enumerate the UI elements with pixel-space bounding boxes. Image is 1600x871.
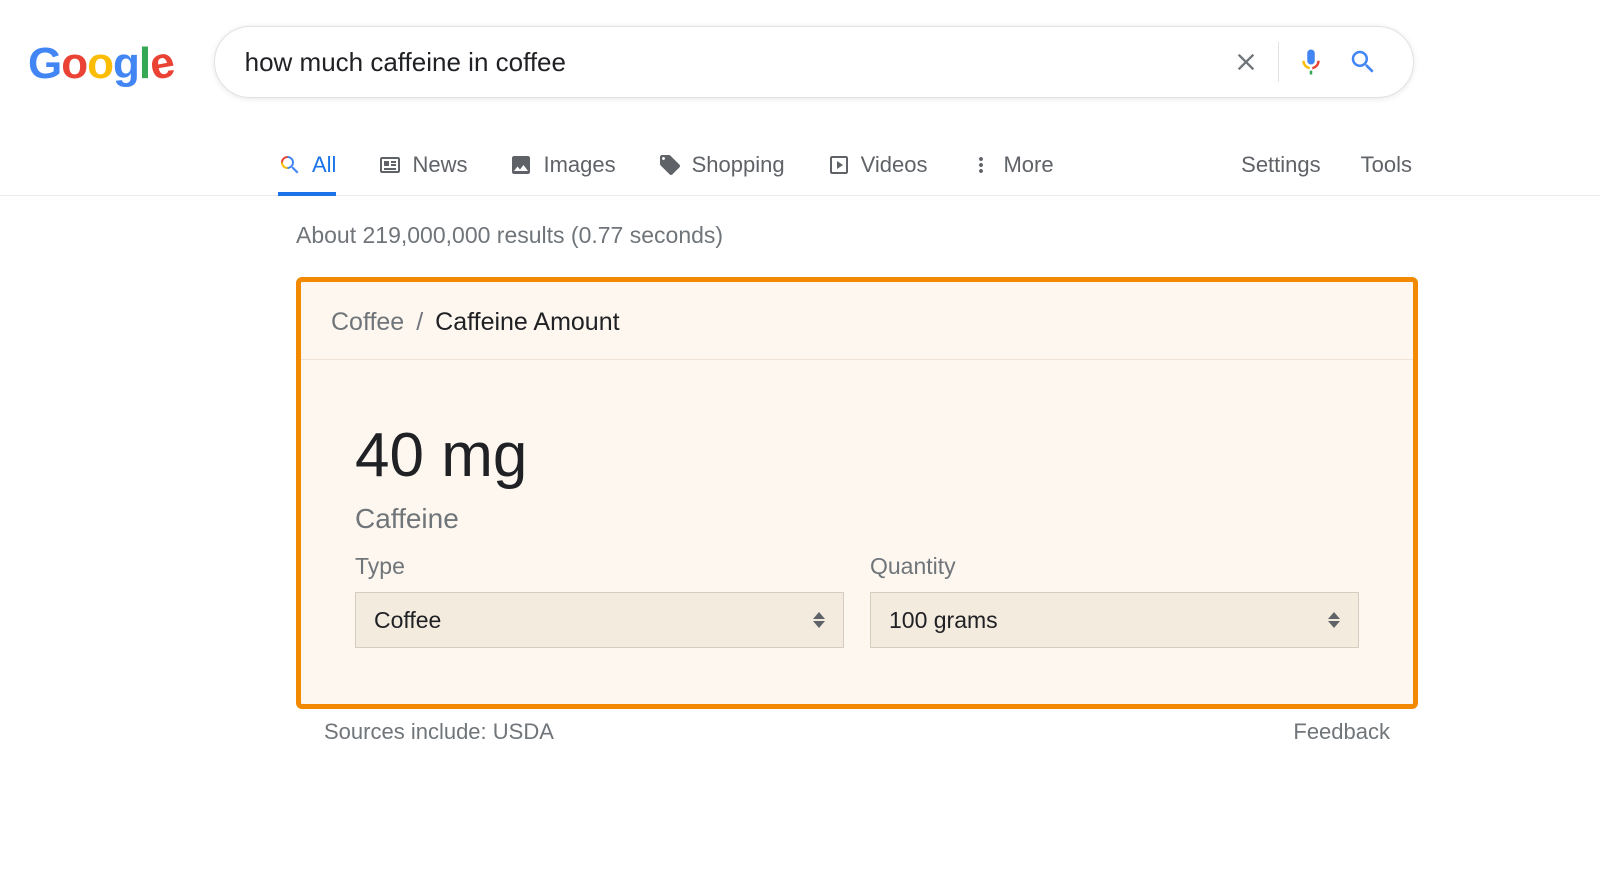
- search-multicolor-icon: [278, 153, 302, 177]
- tab-shopping[interactable]: Shopping: [658, 134, 785, 196]
- mic-icon[interactable]: [1285, 40, 1337, 84]
- videos-icon: [827, 153, 851, 177]
- search-bar: [214, 26, 1414, 98]
- divider: [1278, 42, 1279, 82]
- type-label: Type: [355, 553, 844, 580]
- breadcrumb-separator: /: [416, 308, 423, 337]
- breadcrumb: Coffee / Caffeine Amount: [301, 282, 1413, 360]
- answer-box: Coffee / Caffeine Amount 40 mg Caffeine …: [296, 277, 1418, 709]
- tab-news[interactable]: News: [378, 134, 467, 196]
- content: About 219,000,000 results (0.77 seconds)…: [0, 196, 1600, 745]
- answer-body: 40 mg Caffeine Type Coffee Quantity 100 …: [301, 360, 1413, 704]
- news-icon: [378, 153, 402, 177]
- sources-text: Sources include: USDA: [324, 719, 554, 745]
- quantity-label: Quantity: [870, 553, 1359, 580]
- breadcrumb-first[interactable]: Coffee: [331, 308, 404, 337]
- type-column: Type Coffee: [355, 553, 844, 648]
- answer-sub: Caffeine: [355, 503, 1359, 535]
- clear-icon[interactable]: [1220, 40, 1272, 84]
- images-icon: [509, 153, 533, 177]
- type-select[interactable]: Coffee: [355, 592, 844, 648]
- feedback-link[interactable]: Feedback: [1293, 719, 1390, 745]
- answer-value: 40 mg: [355, 420, 1359, 491]
- search-input[interactable]: [245, 47, 1220, 78]
- tools-link[interactable]: Tools: [1361, 152, 1412, 178]
- search-icon[interactable]: [1337, 40, 1389, 84]
- tab-videos[interactable]: Videos: [827, 134, 928, 196]
- tab-images[interactable]: Images: [509, 134, 615, 196]
- type-select-value: Coffee: [374, 607, 441, 634]
- tab-all[interactable]: All: [278, 134, 336, 196]
- header: Google: [0, 0, 1600, 98]
- google-logo[interactable]: Google: [28, 39, 174, 89]
- settings-link[interactable]: Settings: [1241, 152, 1321, 178]
- dropdown-row: Type Coffee Quantity 100 grams: [355, 553, 1359, 648]
- search-bar-container: [214, 26, 1414, 98]
- quantity-select-value: 100 grams: [889, 607, 998, 634]
- quantity-select[interactable]: 100 grams: [870, 592, 1359, 648]
- right-tools: Settings Tools: [1241, 152, 1600, 178]
- tabs: All News Images Shopping Videos More: [278, 134, 1241, 196]
- tab-images-label: Images: [543, 152, 615, 178]
- quantity-column: Quantity 100 grams: [870, 553, 1359, 648]
- tab-all-label: All: [312, 152, 336, 178]
- more-icon: [969, 153, 993, 177]
- select-caret-icon: [1328, 612, 1340, 628]
- tabs-row: All News Images Shopping Videos More Set…: [0, 134, 1600, 196]
- select-caret-icon: [813, 612, 825, 628]
- tab-videos-label: Videos: [861, 152, 928, 178]
- tab-news-label: News: [412, 152, 467, 178]
- shopping-icon: [658, 153, 682, 177]
- result-stats: About 219,000,000 results (0.77 seconds): [296, 222, 1430, 249]
- answer-footer: Sources include: USDA Feedback: [296, 709, 1418, 745]
- search-icons: [1220, 40, 1389, 84]
- tab-more[interactable]: More: [969, 134, 1053, 196]
- tab-shopping-label: Shopping: [692, 152, 785, 178]
- tab-more-label: More: [1003, 152, 1053, 178]
- breadcrumb-second: Caffeine Amount: [435, 308, 619, 337]
